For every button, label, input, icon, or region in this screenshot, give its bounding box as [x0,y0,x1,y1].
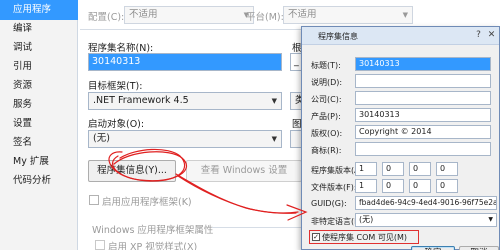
annotation-arrow-line [175,173,297,214]
annotation-arrow-line-2 [177,175,299,214]
annotation-overlay [108,148,308,221]
annotation-ellipse [108,151,188,182]
